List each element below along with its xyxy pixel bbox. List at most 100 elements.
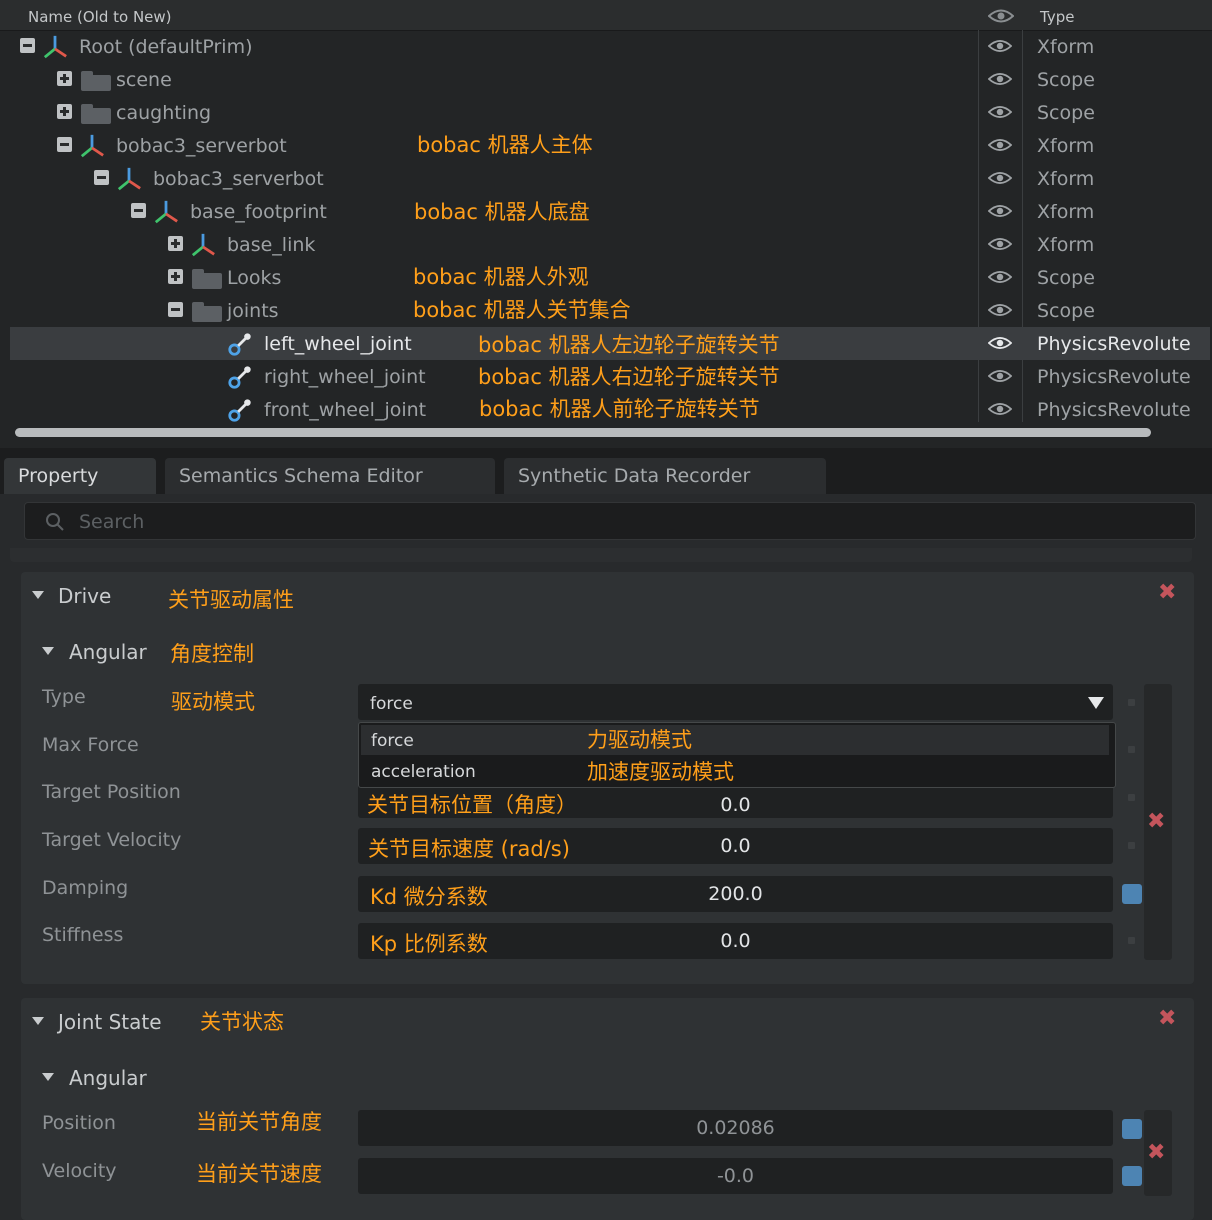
max-force-label: Max Force xyxy=(42,734,139,756)
visibility-eye-icon[interactable] xyxy=(988,204,1012,218)
velocity-label: Velocity xyxy=(42,1160,117,1182)
type-column-header[interactable]: Type xyxy=(1040,8,1074,26)
expand-plus-icon[interactable] xyxy=(57,104,72,119)
joint-icon xyxy=(228,399,251,422)
collapse-minus-icon[interactable] xyxy=(131,203,146,218)
joint-icon xyxy=(228,333,251,356)
collapse-minus-icon[interactable] xyxy=(57,137,72,152)
joint-position-value: 0.02086 xyxy=(696,1117,775,1139)
prim-type: PhysicsRevolute xyxy=(1037,333,1191,355)
tree-row[interactable]: bobac3_serverbot Xform xyxy=(10,129,1210,162)
visibility-eye-icon[interactable] xyxy=(988,171,1012,185)
prim-type: Scope xyxy=(1037,267,1095,289)
stiffness-label: Stiffness xyxy=(42,924,124,946)
xform-axes-icon xyxy=(43,35,67,59)
position-modified-indicator[interactable] xyxy=(1122,1119,1142,1139)
drive-angular-title[interactable]: Angular xyxy=(69,640,147,664)
max-force-default-indicator[interactable] xyxy=(1128,746,1135,753)
xform-axes-icon xyxy=(80,134,104,158)
annotation-right-wheel: bobac 机器人右边轮子旋转关节 xyxy=(478,365,780,389)
xform-axes-icon xyxy=(154,200,178,224)
visibility-eye-icon[interactable] xyxy=(988,270,1012,284)
visibility-eye-icon[interactable] xyxy=(988,39,1012,53)
prim-name: bobac3_serverbot xyxy=(116,135,287,157)
search-placeholder: Search xyxy=(79,511,145,533)
prim-type: Xform xyxy=(1037,168,1095,190)
joint-state-title[interactable]: Joint State xyxy=(58,1010,162,1034)
target-position-default-indicator[interactable] xyxy=(1128,794,1135,801)
tree-row[interactable]: base_link Xform xyxy=(10,228,1210,261)
visibility-eye-icon[interactable] xyxy=(988,138,1012,152)
tree-row[interactable]: caughting Scope xyxy=(10,96,1210,129)
visibility-eye-icon[interactable] xyxy=(988,369,1012,383)
dropdown-option-acceleration[interactable]: acceleration xyxy=(361,756,1109,786)
expand-plus-icon[interactable] xyxy=(168,236,183,251)
remove-drive-close-icon[interactable]: ✖ xyxy=(1158,580,1176,605)
tab-property-label: Property xyxy=(18,465,99,487)
drive-section-title[interactable]: Drive xyxy=(58,584,111,608)
tab-synthetic-data-recorder[interactable]: Synthetic Data Recorder xyxy=(504,458,826,494)
prim-name: bobac3_serverbot xyxy=(153,168,324,190)
joint-position-field[interactable]: 0.02086 xyxy=(358,1110,1113,1146)
type-default-indicator[interactable] xyxy=(1128,699,1135,706)
prim-name: base_link xyxy=(227,234,316,256)
visibility-eye-icon[interactable] xyxy=(988,105,1012,119)
reset-joint-state-close-icon[interactable]: ✖ xyxy=(1147,1140,1165,1165)
collapse-minus-icon[interactable] xyxy=(20,38,35,53)
visibility-column-eye-icon[interactable] xyxy=(988,9,1014,23)
prim-type: Scope xyxy=(1037,102,1095,124)
collapse-minus-icon[interactable] xyxy=(94,170,109,185)
damping-modified-indicator[interactable] xyxy=(1122,884,1142,904)
search-input[interactable]: Search xyxy=(24,502,1196,540)
collapse-minus-icon[interactable] xyxy=(168,302,183,317)
drive-type-select[interactable]: force xyxy=(358,684,1113,720)
visibility-eye-icon[interactable] xyxy=(988,237,1012,251)
visibility-eye-icon[interactable] xyxy=(988,336,1012,350)
prim-name: scene xyxy=(116,69,172,91)
prim-type: Xform xyxy=(1037,135,1095,157)
annotation-joints: bobac 机器人关节集合 xyxy=(413,298,631,322)
chevron-down-icon[interactable] xyxy=(1088,697,1104,709)
angular-collapse-triangle-icon[interactable] xyxy=(42,647,54,655)
prim-name: right_wheel_joint xyxy=(264,366,426,388)
target-position-label: Target Position xyxy=(42,781,181,803)
prim-type: Scope xyxy=(1037,300,1095,322)
visibility-eye-icon[interactable] xyxy=(988,402,1012,416)
annotation-position: 当前关节角度 xyxy=(196,1110,322,1134)
tree-row[interactable]: Root (defaultPrim) Xform xyxy=(10,30,1210,63)
joint-velocity-field[interactable]: -0.0 xyxy=(358,1158,1113,1194)
tree-row[interactable]: Looks Scope xyxy=(10,261,1210,294)
annotation-front-wheel: bobac 机器人前轮子旋转关节 xyxy=(479,397,760,421)
visibility-eye-icon[interactable] xyxy=(988,303,1012,317)
drive-type-value: force xyxy=(370,694,413,714)
dropdown-option-force-label: force xyxy=(371,731,414,751)
type-label: Type xyxy=(42,686,86,708)
drive-collapse-triangle-icon[interactable] xyxy=(32,591,44,599)
stiffness-default-indicator[interactable] xyxy=(1128,937,1135,944)
name-column-header[interactable]: Name (Old to New) xyxy=(28,8,172,26)
remove-joint-state-close-icon[interactable]: ✖ xyxy=(1158,1006,1176,1031)
target-velocity-default-indicator[interactable] xyxy=(1128,842,1135,849)
annotation-joint-state: 关节状态 xyxy=(200,1010,284,1034)
visibility-eye-icon[interactable] xyxy=(988,72,1012,86)
tree-row[interactable]: bobac3_serverbot Xform xyxy=(10,162,1210,195)
tab-semantics-schema-editor[interactable]: Semantics Schema Editor xyxy=(165,458,495,494)
tree-row[interactable]: base_footprint Xform xyxy=(10,195,1210,228)
prim-name: Looks xyxy=(227,267,282,289)
reset-angular-close-icon[interactable]: ✖ xyxy=(1147,809,1165,834)
folder-icon xyxy=(192,269,222,289)
annotation-target-velocity: 关节目标速度 (rad/s) xyxy=(368,837,570,861)
joint-state-angular-title[interactable]: Angular xyxy=(69,1066,147,1090)
expand-plus-icon[interactable] xyxy=(168,269,183,284)
tab-property[interactable]: Property xyxy=(4,458,156,494)
dropdown-option-force[interactable]: force xyxy=(361,725,1109,755)
horizontal-scrollbar[interactable] xyxy=(15,428,1151,437)
prim-name: base_footprint xyxy=(190,201,327,223)
joint-state-angular-triangle-icon[interactable] xyxy=(42,1073,54,1081)
tree-row[interactable]: scene Scope xyxy=(10,63,1210,96)
velocity-modified-indicator[interactable] xyxy=(1122,1166,1142,1186)
prim-name: left_wheel_joint xyxy=(264,333,412,355)
joint-state-collapse-triangle-icon[interactable] xyxy=(32,1017,44,1025)
xform-axes-icon xyxy=(117,167,141,191)
expand-plus-icon[interactable] xyxy=(57,71,72,86)
